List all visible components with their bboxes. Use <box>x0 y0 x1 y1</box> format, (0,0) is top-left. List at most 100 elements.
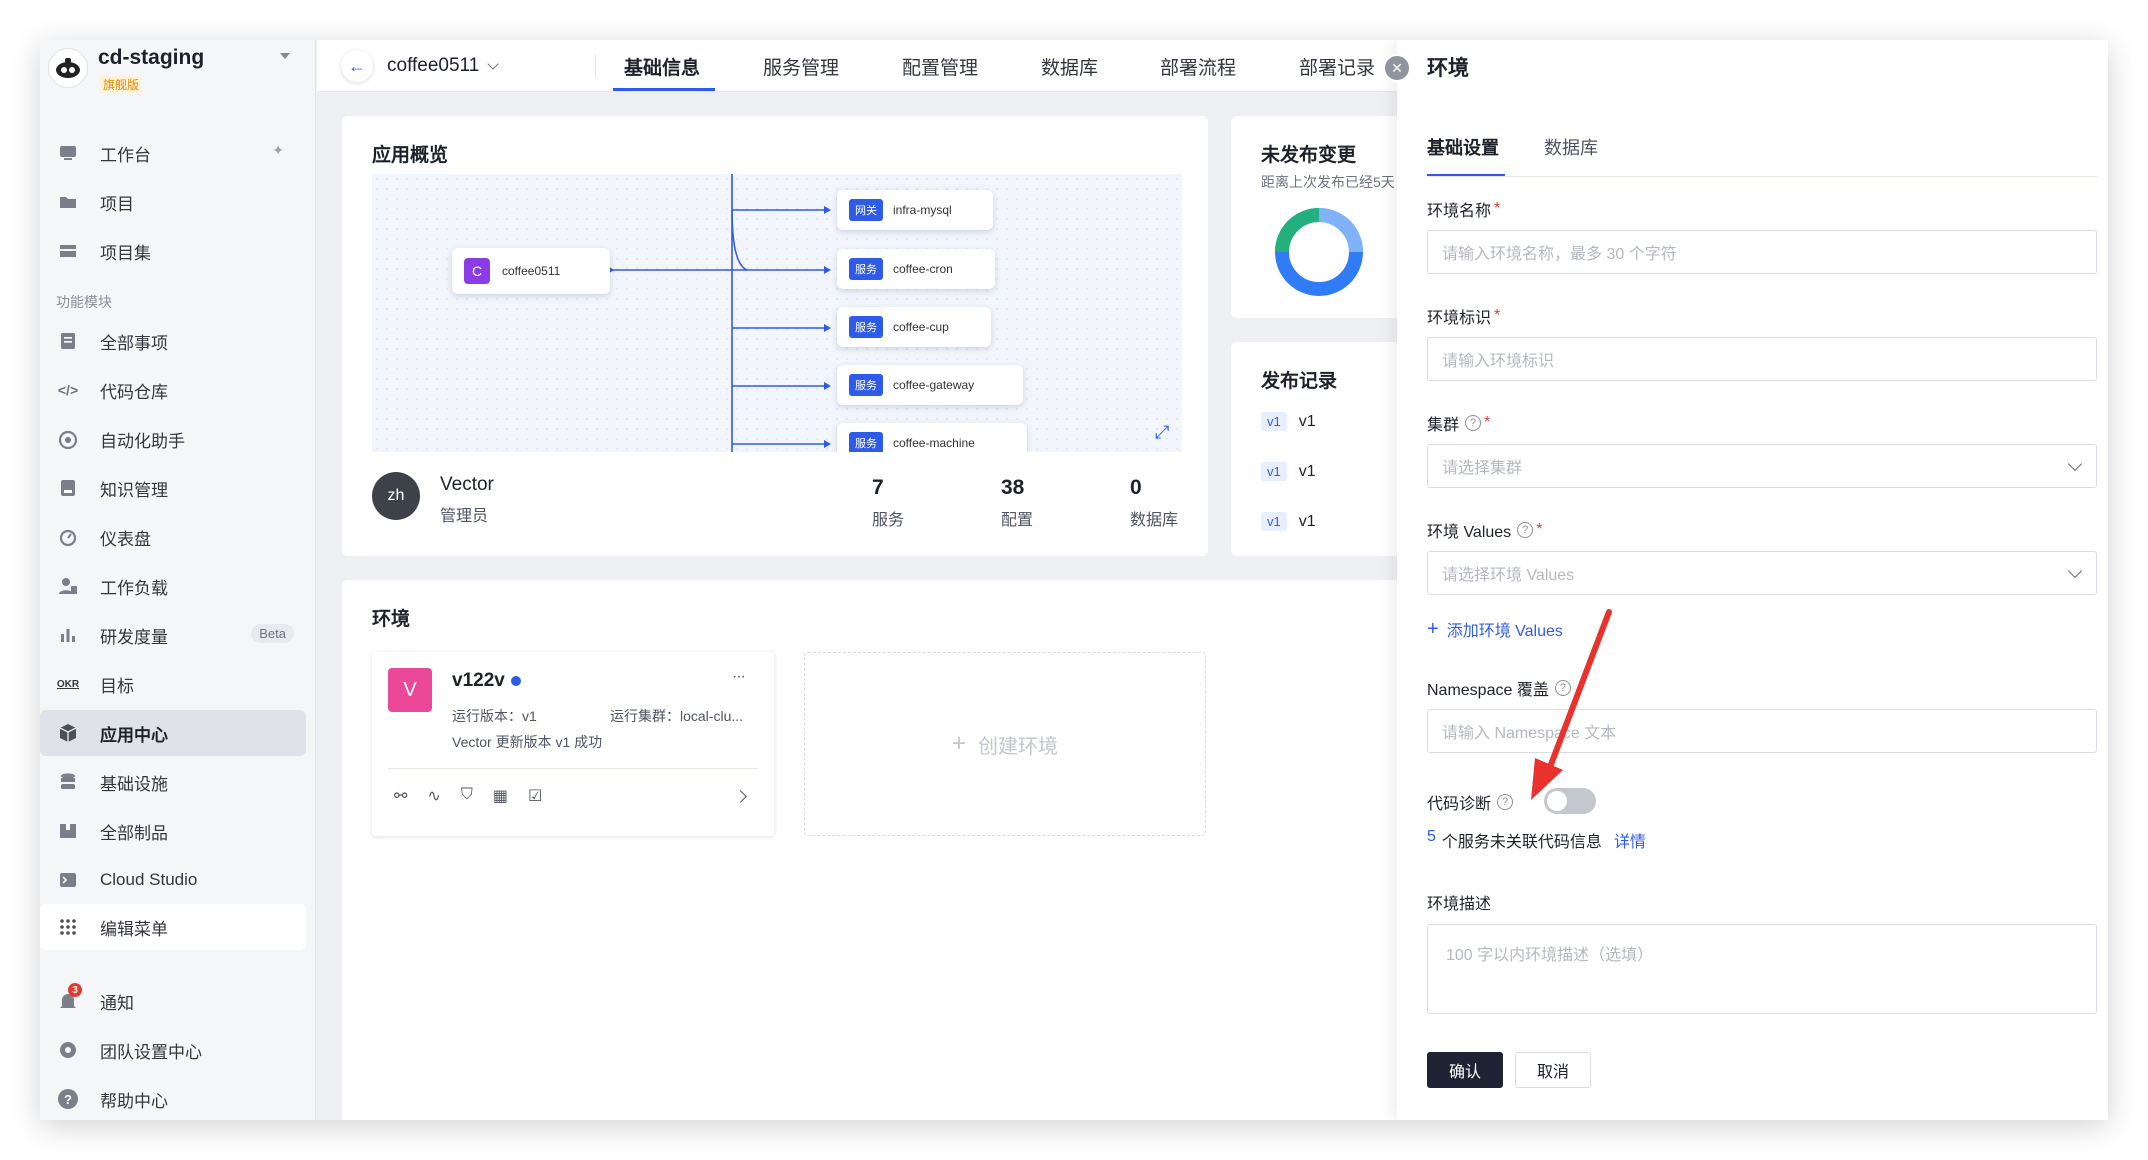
sidebar-item-artifacts[interactable]: 全部制品 <box>40 808 306 854</box>
required-mark: * <box>1536 521 1543 538</box>
topology-canvas[interactable]: C coffee0511 网关 infra-mysql 服务 coffee-cron… <box>372 174 1182 452</box>
shield-icon[interactable]: ⛉ <box>461 786 473 806</box>
stat-services-label: 服务 <box>872 512 905 529</box>
drawer-tab-database[interactable]: 数据库 <box>1544 134 1598 160</box>
divider <box>388 768 758 769</box>
sidebar-item-label: 全部事项 <box>100 333 168 353</box>
cluster-select[interactable]: 请选择集群 <box>1427 444 2097 488</box>
pipeline-icon[interactable]: ⚯ <box>394 786 407 806</box>
group-label: 功能模块 <box>56 294 112 310</box>
env-desc-label: 环境描述 <box>1427 890 1491 914</box>
help-circle-icon[interactable]: ? <box>1465 415 1482 431</box>
sidebar-item-okr[interactable]: OKR 目标 <box>40 661 306 707</box>
workspace-name[interactable]: cd-staging <box>98 46 204 70</box>
tab-basic-info[interactable]: 基础信息 <box>624 40 700 92</box>
release-item[interactable]: v1 v1 <box>1261 462 1316 481</box>
required-mark: * <box>1484 414 1491 431</box>
env-actions: ⚯ ∿ ⛉ ▦ ☑ <box>394 786 542 806</box>
calendar-icon[interactable]: ▦ <box>493 786 508 806</box>
tab-database[interactable]: 数据库 <box>1041 40 1098 92</box>
label-text: 代码诊断 <box>1427 796 1492 813</box>
env-status-dot <box>510 676 521 686</box>
create-env-button[interactable]: + 创建环境 <box>804 652 1206 836</box>
topology-node[interactable]: 服务 coffee-machine <box>837 423 1027 452</box>
folder-icon <box>56 190 80 214</box>
release-item[interactable]: v1 v1 <box>1261 412 1316 431</box>
diagnosis-info: 5 个服务未关联代码信息 详情 <box>1427 828 1646 852</box>
env-name-input[interactable]: 请输入环境名称，最多 30 个字符 <box>1427 230 2097 274</box>
sidebar-item-team-settings[interactable]: 团队设置中心 <box>40 1027 306 1073</box>
stat-config-label: 配置 <box>1001 512 1034 529</box>
sidebar-item-dashboard[interactable]: 仪表盘 <box>40 514 306 560</box>
env-message: Vector 更新版本 v1 成功 <box>452 734 603 750</box>
sidebar-item-help[interactable]: ? 帮助中心 <box>40 1076 306 1120</box>
pin-icon[interactable]: ✦ <box>272 142 284 159</box>
chevron-down-icon <box>2067 456 2083 472</box>
topology-node[interactable]: 服务 coffee-cup <box>837 307 991 347</box>
required-mark: * <box>1494 200 1501 217</box>
monitor-icon <box>56 141 80 165</box>
back-button[interactable]: ← <box>341 50 373 82</box>
active-tab-indicator <box>613 88 715 91</box>
sidebar-item-workbench[interactable]: 工作台 ✦ <box>40 130 306 176</box>
sidebar-item-repos[interactable]: </> 代码仓库 <box>40 367 306 413</box>
expand-icon[interactable]: ⤢ <box>1155 422 1169 443</box>
workspace-logo[interactable] <box>48 48 88 88</box>
sidebar-item-project-set[interactable]: 项目集 <box>40 228 306 274</box>
sidebar-item-label: 团队设置中心 <box>100 1042 202 1062</box>
confirm-button[interactable]: 确认 <box>1427 1052 1503 1088</box>
change-donut-chart <box>1275 208 1363 296</box>
tab-service-mgmt[interactable]: 服务管理 <box>763 40 839 92</box>
bar-chart-icon <box>56 623 80 647</box>
cancel-button[interactable]: 取消 <box>1515 1052 1591 1088</box>
env-name-text: v122v <box>452 670 505 691</box>
sidebar-item-infra[interactable]: 基础设施 <box>40 759 306 805</box>
env-card[interactable]: V v122v ··· 运行版本：v1 运行集群：local-clu... Ve… <box>372 652 774 836</box>
release-item[interactable]: v1 v1 <box>1261 512 1316 531</box>
list-icon <box>56 329 80 353</box>
sidebar-item-app-center[interactable]: 应用中心 <box>40 710 306 756</box>
robot-icon <box>56 427 80 451</box>
tab-label: 部署记录 <box>1299 57 1376 79</box>
sidebar-item-edit-menu[interactable]: 编辑菜单 <box>40 904 306 950</box>
root-node[interactable]: C coffee0511 <box>452 248 610 294</box>
env-id-input[interactable]: 请输入环境标识 <box>1427 337 2097 381</box>
help-circle-icon[interactable]: ? <box>1517 522 1534 538</box>
help-icon: ? <box>56 1087 80 1111</box>
help-circle-icon[interactable]: ? <box>1497 794 1514 810</box>
topology-node[interactable]: 服务 coffee-gateway <box>837 365 1023 405</box>
app-switcher[interactable]: coffee0511 <box>387 40 499 92</box>
placeholder: 请输入环境标识 <box>1442 353 1555 370</box>
workspace-dropdown-icon[interactable] <box>280 53 290 59</box>
topology-node[interactable]: 网关 infra-mysql <box>837 190 993 230</box>
diagnosis-details-link[interactable]: 详情 <box>1614 828 1646 852</box>
release-tag: v1 <box>1261 412 1287 431</box>
tab-deploy-flow[interactable]: 部署流程 <box>1160 40 1236 92</box>
topology-node[interactable]: 服务 coffee-cron <box>837 249 995 289</box>
env-more-button[interactable]: ··· <box>732 668 746 686</box>
tab-deploy-records[interactable]: 部署记录 <box>1299 40 1375 92</box>
sidebar-item-metrics[interactable]: 研发度量 Beta <box>40 612 306 658</box>
values-select[interactable]: 请选择环境 Values <box>1427 551 2097 595</box>
release-text: v1 <box>1298 462 1316 480</box>
tab-config-mgmt[interactable]: 配置管理 <box>902 40 978 92</box>
sidebar-item-automation[interactable]: 自动化助手 <box>40 416 306 462</box>
sidebar-item-knowledge[interactable]: 知识管理 <box>40 465 306 511</box>
close-drawer-button[interactable]: ✕ <box>1383 54 1411 82</box>
diagnosis-count: 5 <box>1427 828 1436 845</box>
sidebar-item-notifications[interactable]: 3 通知 <box>40 978 306 1024</box>
database-icon <box>56 770 80 794</box>
env-desc-textarea[interactable]: 100 字以内环境描述（选填） <box>1427 924 2097 1014</box>
sidebar-item-cloud-studio[interactable]: Cloud Studio <box>40 857 306 903</box>
sidebar-item-label: 研发度量 <box>100 627 168 647</box>
pulse-icon[interactable]: ∿ <box>427 786 440 806</box>
sidebar-item-project[interactable]: 项目 <box>40 179 306 225</box>
chevron-right-icon[interactable] <box>734 790 747 803</box>
sidebar-item-workload[interactable]: 工作负载 <box>40 563 306 609</box>
drawer-tab-basic[interactable]: 基础设置 <box>1427 134 1499 160</box>
plus-icon: + <box>1427 617 1439 640</box>
placeholder: 请选择集群 <box>1442 460 1523 477</box>
sidebar-item-all-issues[interactable]: 全部事项 <box>40 318 306 364</box>
calendar-check-icon[interactable]: ☑ <box>528 786 542 806</box>
cube-icon <box>56 721 80 745</box>
